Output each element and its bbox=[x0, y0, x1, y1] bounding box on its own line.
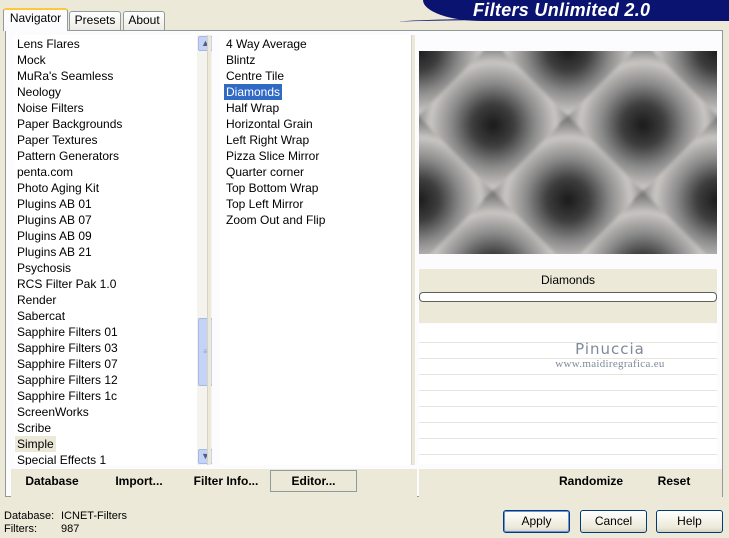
category-item[interactable]: Simple bbox=[15, 436, 56, 452]
cancel-button[interactable]: Cancel bbox=[580, 510, 647, 533]
category-item[interactable]: Plugins AB 09 bbox=[17, 228, 92, 244]
category-item[interactable]: Plugins AB 21 bbox=[17, 244, 92, 260]
watermark-title: Pinuccia bbox=[575, 340, 645, 358]
help-button[interactable]: Help bbox=[656, 510, 723, 533]
app-title: Filters Unlimited 2.0 bbox=[473, 0, 651, 20]
category-item[interactable]: Photo Aging Kit bbox=[17, 180, 99, 196]
category-item[interactable]: Sapphire Filters 01 bbox=[17, 324, 118, 340]
filter-item[interactable]: Top Left Mirror bbox=[224, 196, 305, 212]
category-item[interactable]: Special Effects 1 bbox=[17, 452, 106, 465]
category-item[interactable]: Pattern Generators bbox=[17, 148, 119, 164]
app-title-banner: Filters Unlimited 2.0 bbox=[423, 0, 729, 21]
filters-count-value: 987 bbox=[61, 523, 80, 535]
category-item[interactable]: Paper Backgrounds bbox=[17, 116, 122, 132]
filters-count-label: Filters: bbox=[4, 523, 37, 535]
category-item[interactable]: Psychosis bbox=[17, 260, 71, 276]
progress-bar bbox=[419, 292, 717, 302]
reset-button[interactable]: Reset bbox=[648, 470, 700, 492]
database-label: Database: bbox=[4, 510, 55, 522]
apply-button[interactable]: Apply bbox=[503, 510, 570, 533]
splitter[interactable] bbox=[207, 35, 211, 465]
category-list[interactable]: Lens Flares Mock MuRa's Seamless Neology Noi… bbox=[14, 35, 212, 465]
category-item[interactable]: Neology bbox=[17, 84, 61, 100]
filter-item[interactable]: Blintz bbox=[224, 52, 257, 68]
category-item[interactable]: Noise Filters bbox=[17, 100, 84, 116]
filter-info-button[interactable]: Filter Info... bbox=[188, 470, 264, 492]
splitter[interactable] bbox=[411, 35, 415, 465]
category-item[interactable]: Sapphire Filters 12 bbox=[17, 372, 118, 388]
filter-item[interactable]: Half Wrap bbox=[224, 100, 281, 116]
category-item[interactable]: ScreenWorks bbox=[17, 404, 89, 420]
database-value: ICNET-Filters bbox=[61, 510, 127, 522]
category-item[interactable]: Sapphire Filters 1c bbox=[17, 388, 117, 404]
category-item[interactable]: Paper Textures bbox=[17, 132, 98, 148]
category-item[interactable]: MuRa's Seamless bbox=[17, 68, 113, 84]
category-item[interactable]: Sapphire Filters 07 bbox=[17, 356, 118, 372]
randomize-button[interactable]: Randomize bbox=[550, 470, 632, 492]
watermark-url: www.maidiregrafica.eu bbox=[555, 358, 665, 370]
category-item[interactable]: Lens Flares bbox=[17, 36, 80, 52]
filter-item[interactable]: Horizontal Grain bbox=[224, 116, 315, 132]
category-item[interactable]: Sabercat bbox=[17, 308, 65, 324]
filter-item[interactable]: Quarter corner bbox=[224, 164, 306, 180]
filter-item[interactable]: Left Right Wrap bbox=[224, 132, 311, 148]
category-item[interactable]: Render bbox=[17, 292, 56, 308]
navigator-panel: Lens Flares Mock MuRa's Seamless Neology Noi… bbox=[5, 30, 723, 497]
preview-image bbox=[419, 51, 717, 254]
filter-item[interactable]: Pizza Slice Mirror bbox=[224, 148, 321, 164]
filter-list[interactable]: 4 Way Average Blintz Centre Tile Diamonds Ha… bbox=[220, 35, 414, 465]
watermark: Pinuccia www.maidiregrafica.eu bbox=[540, 340, 680, 370]
category-item[interactable]: Scribe bbox=[17, 420, 51, 436]
editor-button[interactable]: Editor... bbox=[270, 470, 357, 492]
category-item[interactable]: Plugins AB 07 bbox=[17, 212, 92, 228]
category-item[interactable]: Mock bbox=[17, 52, 46, 68]
category-item[interactable]: Sapphire Filters 03 bbox=[17, 340, 118, 356]
category-item[interactable]: RCS Filter Pak 1.0 bbox=[17, 276, 116, 292]
filter-item[interactable]: Top Bottom Wrap bbox=[224, 180, 320, 196]
database-button[interactable]: Database bbox=[18, 470, 86, 492]
filter-item[interactable]: 4 Way Average bbox=[224, 36, 309, 52]
tab-presets[interactable]: Presets bbox=[69, 11, 121, 30]
import-button[interactable]: Import... bbox=[108, 470, 170, 492]
category-item[interactable]: penta.com bbox=[17, 164, 73, 180]
tab-navigator[interactable]: Navigator bbox=[3, 8, 68, 31]
tab-about[interactable]: About bbox=[123, 11, 165, 30]
filter-name-label: Diamonds bbox=[540, 273, 596, 287]
filter-item[interactable]: Zoom Out and Flip bbox=[224, 212, 327, 228]
filter-item[interactable]: Centre Tile bbox=[224, 68, 286, 84]
category-item[interactable]: Plugins AB 01 bbox=[17, 196, 92, 212]
status-area: Database: ICNET-Filters Filters: 987 bbox=[4, 510, 127, 536]
filter-item[interactable]: Diamonds bbox=[222, 83, 284, 101]
